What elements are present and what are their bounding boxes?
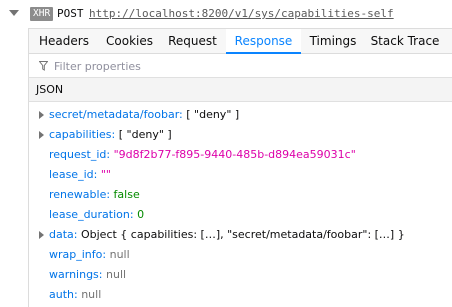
expand-arrow-icon[interactable] bbox=[39, 231, 44, 239]
tree-value: null bbox=[106, 268, 127, 281]
funnel-icon bbox=[39, 61, 48, 71]
tree-key: renewable: bbox=[49, 188, 111, 201]
details-tabbar: Headers Cookies Request Response Timings… bbox=[28, 28, 452, 54]
tab-headers[interactable]: Headers bbox=[29, 29, 99, 54]
tree-key: auth: bbox=[49, 288, 78, 301]
json-section-header[interactable]: JSON bbox=[28, 78, 452, 102]
tab-response[interactable]: Response bbox=[226, 29, 301, 54]
filter-bar bbox=[28, 54, 452, 78]
tree-value: "" bbox=[100, 168, 111, 181]
tree-value: false bbox=[113, 188, 140, 201]
tree-key: request_id: bbox=[49, 148, 111, 161]
xhr-badge: XHR bbox=[30, 7, 54, 21]
tab-cookies[interactable]: Cookies bbox=[99, 29, 160, 54]
tree-value: "9d8f2b77-f895-9440-485b-d894ea59031c" bbox=[113, 148, 356, 161]
collapse-arrow-icon[interactable] bbox=[9, 10, 19, 16]
request-method: POST bbox=[57, 7, 84, 20]
tree-value: [ "deny" ] bbox=[118, 128, 172, 141]
expand-arrow-icon[interactable] bbox=[39, 111, 44, 119]
request-row[interactable]: XHR POST http://localhost:8200/v1/sys/ca… bbox=[0, 0, 452, 28]
tree-key: wrap_info: bbox=[49, 248, 107, 261]
tree-value: 0 bbox=[137, 208, 145, 221]
tree-value: [ "deny" ] bbox=[186, 108, 240, 121]
tree-value: null bbox=[81, 288, 102, 301]
tree-key: lease_id: bbox=[49, 168, 98, 181]
tree-value: null bbox=[109, 248, 130, 261]
tree-key: warnings: bbox=[49, 268, 103, 281]
tab-request[interactable]: Request bbox=[160, 29, 225, 54]
filter-properties-input[interactable] bbox=[54, 57, 444, 75]
tab-stack-trace[interactable]: Stack Trace bbox=[365, 29, 445, 54]
json-section-title: JSON bbox=[36, 83, 64, 96]
json-tree: secret/metadata/foobar: [ "deny" ] capab… bbox=[28, 102, 452, 307]
tree-key: data: bbox=[49, 228, 78, 241]
tree-key: capabilities: bbox=[49, 128, 116, 141]
request-url[interactable]: http://localhost:8200/v1/sys/capabilitie… bbox=[89, 6, 394, 22]
tree-key: lease_duration: bbox=[49, 208, 134, 221]
tree-value: Object { capabilities: […], "secret/meta… bbox=[80, 228, 405, 241]
tab-timings[interactable]: Timings bbox=[301, 29, 365, 54]
tree-key: secret/metadata/foobar: bbox=[49, 108, 183, 121]
expand-arrow-icon[interactable] bbox=[39, 131, 44, 139]
